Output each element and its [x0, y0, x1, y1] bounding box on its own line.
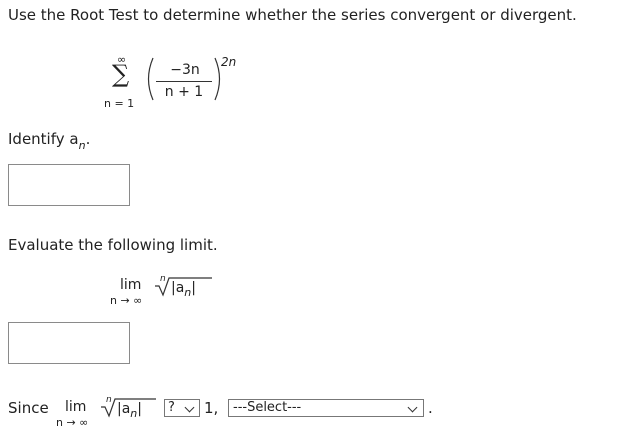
lim-subscript: n → ∞: [110, 294, 143, 307]
sigma-symbol: ∑: [112, 60, 130, 88]
identify-text: Identify a: [8, 130, 79, 148]
series-exponent: 2n: [221, 55, 237, 69]
chevron-down-icon: [407, 402, 418, 413]
left-paren-icon: [147, 57, 154, 101]
since-label: Since: [8, 399, 49, 417]
series-lower-limit: n = 1: [104, 97, 135, 110]
comparison-select[interactable]: ?: [164, 399, 200, 417]
radicand: |an|: [171, 280, 196, 299]
since-period: .: [428, 399, 433, 417]
since-radicand: |an|: [117, 401, 142, 420]
radicand-subscript: n: [184, 286, 192, 299]
since-radicand-subscript: n: [130, 407, 138, 420]
radicand-text: |a: [171, 280, 185, 296]
fraction-bar: [156, 81, 212, 82]
conclusion-select-value: ---Select---: [233, 400, 302, 415]
lim-text: lim: [120, 277, 142, 293]
evaluate-label: Evaluate the following limit.: [8, 236, 218, 254]
conclusion-select[interactable]: ---Select---: [228, 399, 424, 417]
comparison-value: 1,: [204, 399, 219, 417]
question-text: Use the Root Test to determine whether t…: [8, 6, 577, 24]
since-limit-expression: lim n → ∞ n |an|: [56, 395, 166, 435]
chevron-down-icon: [184, 402, 195, 413]
fraction-denominator: n + 1: [164, 84, 204, 100]
radicand-close: |: [191, 280, 196, 296]
limit-answer-input[interactable]: [8, 322, 130, 364]
limit-expression: lim n → ∞ n |an|: [110, 274, 230, 315]
identify-subscript: n: [78, 139, 86, 152]
since-lim-text: lim: [65, 399, 87, 415]
identify-answer-input[interactable]: [8, 164, 130, 206]
since-lim-subscript: n → ∞: [56, 416, 89, 429]
comparison-select-value: ?: [168, 400, 175, 415]
identify-period: .: [85, 130, 91, 148]
series-expression: ∞ ∑ n = 1 −3n n + 1 2n: [100, 50, 250, 115]
since-radicand-close: |: [137, 401, 142, 417]
identify-label: Identify an.: [8, 130, 91, 152]
since-radicand-text: |a: [117, 401, 131, 417]
fraction-numerator: −3n: [170, 62, 200, 78]
